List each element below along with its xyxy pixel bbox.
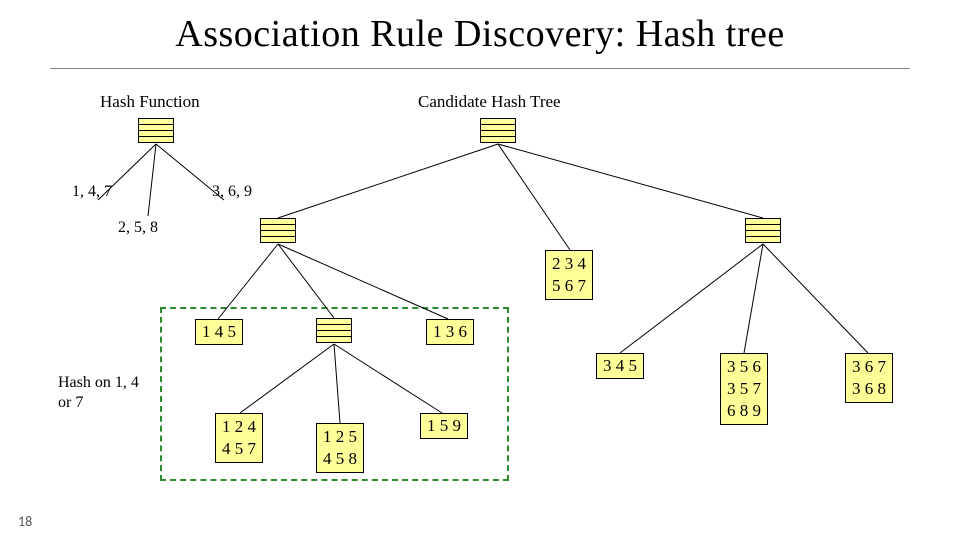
leaf-345: 3 4 5 — [596, 353, 644, 379]
leaf-row: 3 5 6 — [727, 356, 761, 378]
page-title: Association Rule Discovery: Hash tree — [0, 12, 960, 56]
slide: Association Rule Discovery: Hash tree Ha… — [0, 0, 960, 540]
leaf-row: 3 6 7 — [852, 356, 886, 378]
page-number: 18 — [18, 513, 32, 530]
label-branch-right: 3, 6, 9 — [212, 183, 252, 201]
label-branch-left: 1, 4, 7 — [72, 183, 112, 201]
leaf-row: 2 3 4 — [552, 253, 586, 275]
label-candidate-tree: Candidate Hash Tree — [418, 92, 561, 112]
label-hash-on: Hash on 1, 4 or 7 — [58, 373, 139, 413]
label-branch-mid: 2, 5, 8 — [118, 219, 158, 237]
tree-node-left-icon — [260, 218, 296, 243]
tree-node-right-icon — [745, 218, 781, 243]
leaf-356-357-689: 3 5 6 3 5 7 6 8 9 — [720, 353, 768, 425]
leaf-row: 3 6 8 — [852, 378, 886, 400]
hash-function-node-icon — [138, 118, 174, 143]
label-hash-function: Hash Function — [100, 92, 200, 112]
leaf-row: 3 5 7 — [727, 378, 761, 400]
title-rule — [50, 68, 910, 69]
tree-root-icon — [480, 118, 516, 143]
leaf-367-368: 3 6 7 3 6 8 — [845, 353, 893, 403]
leaf-234-567: 2 3 4 5 6 7 — [545, 250, 593, 300]
leaf-row: 6 8 9 — [727, 400, 761, 422]
leaf-row: 5 6 7 — [552, 275, 586, 297]
highlight-box — [160, 307, 509, 481]
